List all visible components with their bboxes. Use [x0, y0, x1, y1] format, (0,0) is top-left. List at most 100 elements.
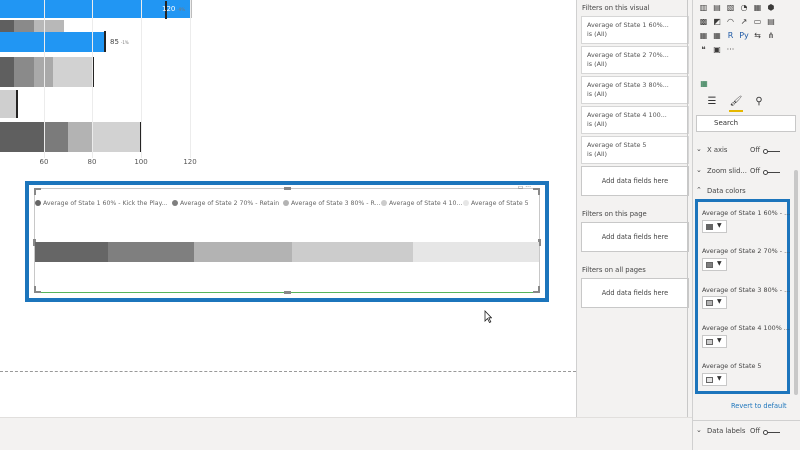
- line-chart-icon[interactable]: ▧: [725, 2, 736, 13]
- axis-tick-label: 60: [39, 158, 49, 166]
- gridline: [141, 0, 142, 158]
- setting-label: X axis: [707, 146, 728, 154]
- add-data-field-visual[interactable]: Add data fields here: [581, 166, 689, 196]
- stacked-bar-segment[interactable]: [292, 242, 413, 262]
- pie-chart-icon[interactable]: ◔: [739, 2, 750, 13]
- legend-dot: [172, 200, 178, 206]
- resize-handle-corner[interactable]: [533, 188, 540, 195]
- smart-narrative-icon[interactable]: ▣: [712, 44, 723, 55]
- band-mid: [14, 57, 34, 87]
- color-swatch: [706, 339, 713, 345]
- fields-icon[interactable]: ▦: [697, 77, 711, 91]
- analytics-icon[interactable]: ⚲: [752, 95, 766, 109]
- key-influencers-icon[interactable]: ⇆: [752, 30, 763, 41]
- decomposition-tree-icon[interactable]: ⋔: [766, 30, 777, 41]
- legend-item[interactable]: Average of State 3 80% - R...: [283, 200, 380, 207]
- stacked-bar-segment[interactable]: [35, 242, 108, 262]
- setting-data-labels[interactable]: ⌄ Data labels Off: [696, 426, 792, 438]
- search-input[interactable]: Search: [696, 115, 796, 132]
- color-picker[interactable]: ▼: [702, 258, 727, 271]
- filter-card[interactable]: Average of State 4 100... is (All): [581, 106, 689, 134]
- color-picker[interactable]: ▼: [702, 220, 727, 233]
- target-marker: [16, 90, 18, 118]
- color-picker[interactable]: ▼: [702, 335, 727, 348]
- filter-state: is (All): [587, 120, 608, 128]
- add-data-field-all-pages[interactable]: Add data fields here: [581, 278, 689, 308]
- caret-down-icon: ▼: [717, 375, 722, 382]
- stacked-column-icon[interactable]: ▤: [712, 2, 723, 13]
- slicer-icon[interactable]: ▦: [698, 30, 709, 41]
- setting-data-colors[interactable]: ⌃ Data colors: [696, 186, 792, 198]
- gauge-icon[interactable]: ◠: [725, 16, 736, 27]
- filter-state: is (All): [587, 150, 608, 158]
- setting-x-axis[interactable]: ⌄ X axis Off: [696, 145, 792, 157]
- filter-card[interactable]: Average of State 3 80%... is (All): [581, 76, 689, 104]
- legend-item[interactable]: Average of State 2 70% - Retain: [172, 200, 279, 207]
- card-icon[interactable]: ▭: [752, 16, 763, 27]
- legend-item[interactable]: Average of State 4 10...: [381, 200, 462, 207]
- kpi-icon[interactable]: ↗: [739, 16, 750, 27]
- setting-state: Off: [750, 167, 761, 175]
- shape-map-icon[interactable]: ◩: [712, 16, 723, 27]
- legend-item[interactable]: Average of State 5: [463, 200, 529, 207]
- visualizations-scrollbar[interactable]: [794, 170, 798, 395]
- value-label: 85 -1%: [110, 38, 129, 46]
- axis-tick-label: 80: [87, 158, 97, 166]
- bullet-row: 120 -9%: [0, 0, 192, 19]
- filter-card[interactable]: Average of State 2 70%... is (All): [581, 46, 689, 74]
- fields-tab-icon[interactable]: ☰: [705, 95, 719, 109]
- value-label: 120 -9%: [162, 5, 186, 13]
- gridline: [44, 0, 45, 158]
- resize-handle-corner[interactable]: [34, 286, 41, 293]
- python-visual-icon[interactable]: Py: [739, 30, 750, 41]
- setting-zoom-slider[interactable]: ⌄ Zoom slid... Off: [696, 166, 792, 178]
- band-light: [0, 90, 16, 118]
- toggle-switch[interactable]: [763, 149, 780, 154]
- color-picker[interactable]: ▼: [702, 296, 727, 309]
- stacked-bar-segment[interactable]: [413, 242, 539, 262]
- revert-to-default-link[interactable]: Revert to default: [731, 402, 787, 410]
- visual-gallery: ▥ ▤ ▧ ◔ ▦ ⬢ ▩ ◩ ◠ ↗ ▭ ▤ ▦ ▦ R Py ⇆ ⋔ ❝ ▣ ···: [698, 2, 782, 72]
- bar-chart-icon[interactable]: ▥: [698, 2, 709, 13]
- filters-pane: Filters on this visual Average of State …: [576, 0, 692, 417]
- resize-handle-corner[interactable]: [34, 188, 41, 195]
- stacked-bar[interactable]: [35, 242, 539, 262]
- add-data-field-page[interactable]: Add data fields here: [581, 222, 689, 252]
- filter-field: Average of State 5: [587, 141, 647, 149]
- table-icon[interactable]: ▦: [752, 2, 763, 13]
- filter-card[interactable]: Average of State 5 is (All): [581, 136, 689, 164]
- filters-all-pages-title: Filters on all pages: [582, 266, 646, 274]
- color-series-label: Average of State 4 100% ...: [702, 324, 790, 332]
- stacked-bar-segment[interactable]: [194, 242, 292, 262]
- setting-state: Off: [750, 146, 761, 154]
- multi-row-card-icon[interactable]: ▤: [766, 16, 777, 27]
- color-series-label: Average of State 1 60% - ...: [702, 209, 791, 217]
- r-visual-icon[interactable]: R: [725, 30, 736, 41]
- color-picker[interactable]: ▼: [702, 373, 727, 386]
- axis-tick-label: 120: [183, 158, 197, 166]
- resize-handle-corner[interactable]: [533, 286, 540, 293]
- legend-dot: [463, 200, 469, 206]
- map-icon[interactable]: ⬢: [766, 2, 777, 13]
- qa-icon[interactable]: ❝: [698, 44, 709, 55]
- format-paint-roller-icon[interactable]: 🖌: [729, 95, 743, 109]
- resize-handle-bottom[interactable]: [284, 291, 291, 294]
- filled-map-icon[interactable]: ▩: [698, 16, 709, 27]
- bullet-row: [0, 122, 192, 152]
- resize-handle-top[interactable]: [284, 187, 291, 190]
- filter-card[interactable]: Average of State 1 60%... is (All): [581, 16, 689, 44]
- visual-header-icons[interactable]: ▭ ···: [518, 184, 531, 191]
- more-visuals-icon[interactable]: ···: [725, 44, 736, 55]
- legend-item[interactable]: Average of State 1 60% - Kick the Play..…: [35, 200, 167, 207]
- setting-label: Data colors: [707, 187, 746, 195]
- toggle-switch[interactable]: [763, 430, 780, 435]
- bullet-row: [0, 90, 192, 118]
- filters-scrollbar[interactable]: [687, 0, 688, 417]
- toggle-switch[interactable]: [763, 170, 780, 175]
- report-canvas[interactable]: 120 -9% 85 -1% 60 80 100 120 ▭ ··· Avera…: [0, 0, 576, 417]
- filter-state: is (All): [587, 30, 608, 38]
- format-tab-underline: [729, 110, 743, 112]
- color-swatch: [706, 300, 713, 306]
- matrix-icon[interactable]: ▦: [712, 30, 723, 41]
- stacked-bar-segment[interactable]: [108, 242, 194, 262]
